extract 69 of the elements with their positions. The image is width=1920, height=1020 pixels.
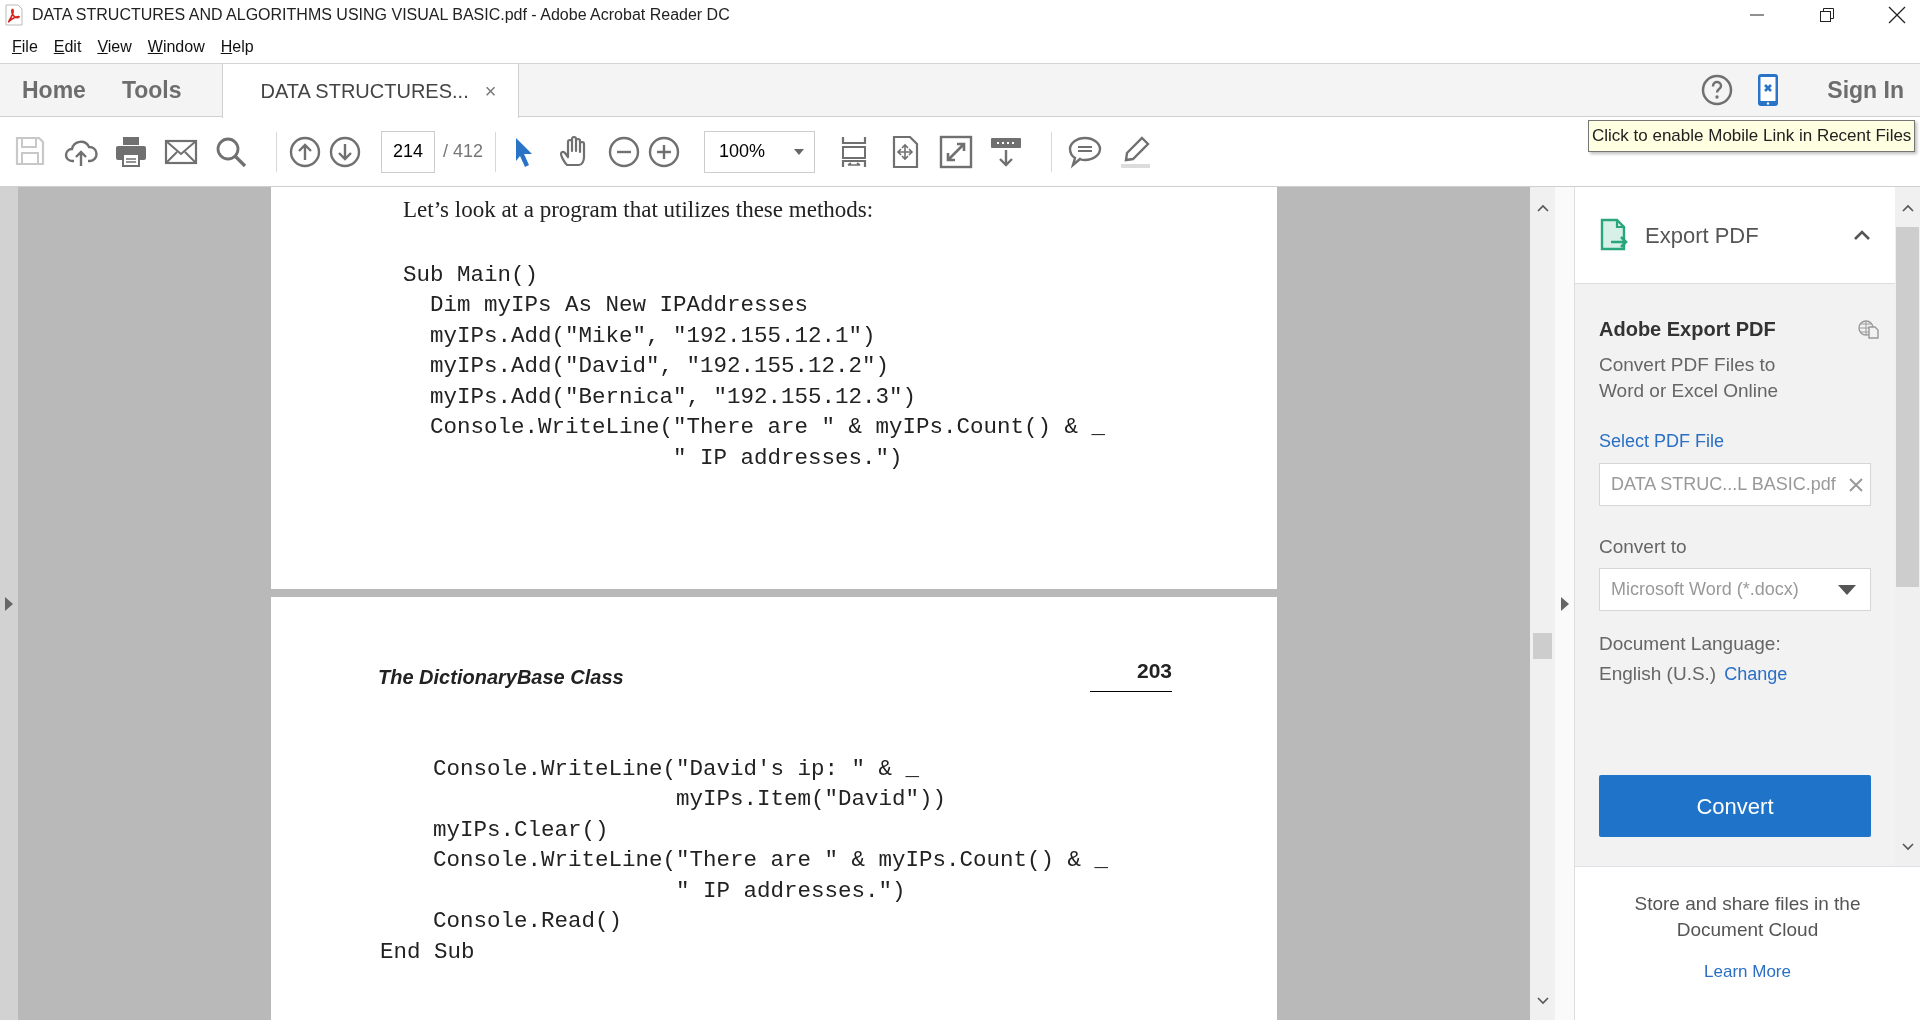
menu-item[interactable]: Help xyxy=(212,32,262,61)
code-line: myIPs.Item("David")) xyxy=(675,785,948,815)
learn-more-link[interactable]: Learn More xyxy=(1704,959,1791,985)
scrollbar[interactable] xyxy=(1530,187,1555,1020)
language-value: English (U.S.) xyxy=(1599,663,1717,684)
page-number-field[interactable]: 214 xyxy=(381,130,435,173)
menu-item[interactable]: View xyxy=(89,32,140,61)
field-label: Document Language: xyxy=(1599,633,1781,654)
scrollbar-thumb[interactable] xyxy=(1896,227,1919,587)
expand-arrow-icon xyxy=(5,596,13,611)
highlighter-pen-icon[interactable] xyxy=(1118,134,1153,169)
code-line: Sub Main() xyxy=(403,260,540,290)
panel-heading: Adobe Export PDF xyxy=(1599,317,1776,342)
help-icon[interactable] xyxy=(1701,74,1734,106)
next-page-icon[interactable] xyxy=(329,135,361,168)
page-count: / 412 xyxy=(443,140,484,163)
zoom-dropdown[interactable]: 100% xyxy=(704,130,816,173)
change-link[interactable]: Change xyxy=(1724,661,1788,688)
code-line: Console.WriteLine("There are " & myIPs.Count() & _ xyxy=(432,846,1110,876)
export-file-icon xyxy=(1599,218,1629,252)
scroll-up-icon xyxy=(1536,203,1549,212)
code-line: myIPs.Add("David", "192.155.12.2") xyxy=(429,352,891,382)
field-label: Convert to xyxy=(1599,536,1687,557)
code-line: " IP addresses.") xyxy=(675,876,907,906)
panel-title[interactable]: Export PDF xyxy=(1645,218,1853,252)
printer-icon[interactable] xyxy=(114,134,148,169)
zoom-in-icon[interactable] xyxy=(648,135,681,168)
menu-item[interactable]: File xyxy=(4,32,46,61)
scroll-down-icon xyxy=(1901,842,1914,851)
page-number: 203 xyxy=(1090,655,1172,692)
code-line: " IP addresses.") xyxy=(672,444,904,474)
scrollbar-thumb[interactable] xyxy=(1533,633,1552,659)
window-title: DATA STRUCTURES AND ALGORITHMS USING VISUAL BASIC.pdf - Adobe Acrobat Reader DC xyxy=(32,5,731,25)
code-line: End Sub xyxy=(380,938,476,968)
cloud-note: Store and share files in the Document Cloud xyxy=(1633,892,1862,942)
convert-button[interactable]: Convert xyxy=(1599,775,1871,837)
pdf-file-icon xyxy=(4,4,24,26)
clear-icon xyxy=(1848,476,1864,493)
chevron-icon[interactable] xyxy=(1853,229,1871,241)
menu-item[interactable]: Edit xyxy=(45,32,90,61)
caret-icon xyxy=(794,148,805,155)
code-line: myIPs.Add("Bernica", "192.155.12.3") xyxy=(429,382,918,412)
running-head: The DictionaryBase Class xyxy=(378,664,625,690)
code-line: Console.WriteLine("There are " & myIPs.Count() & _ xyxy=(429,413,1107,443)
code-line: Console.WriteLine("David's ip: " & _ xyxy=(432,754,921,784)
collapse-arrow-icon xyxy=(1560,596,1569,611)
panel-description: Convert PDF Files to Word or Excel Online xyxy=(1599,353,1780,403)
speech-bubble-icon[interactable] xyxy=(1068,134,1103,169)
mobile-phone-icon[interactable] xyxy=(1757,73,1780,107)
code-line: Dim myIPs As New IPAddresses xyxy=(429,291,810,321)
full-screen-icon[interactable] xyxy=(939,134,974,169)
body-text: Let’s look at a program that utilizes these methods: xyxy=(403,196,874,224)
scroll-down-icon xyxy=(1536,996,1549,1005)
scrollbar[interactable] xyxy=(1895,187,1920,866)
code-line: myIPs.Add("Mike", "192.155.12.1") xyxy=(429,321,877,351)
scroll-up-icon xyxy=(1901,203,1914,212)
dropdown-arrow-icon xyxy=(1838,584,1856,595)
select-file-link[interactable]: Select PDF File xyxy=(1599,428,1725,455)
zoom-out-icon[interactable] xyxy=(608,135,641,168)
tab[interactable]: Home xyxy=(4,63,104,117)
menu-item[interactable]: Window xyxy=(139,32,213,61)
tab[interactable]: Tools xyxy=(103,63,200,117)
code-line: myIPs.Clear() xyxy=(432,815,610,845)
tab[interactable]: DATA STRUCTURES... × xyxy=(221,63,520,118)
code-line: Console.Read() xyxy=(432,907,624,937)
globe-document-icon xyxy=(1857,319,1879,339)
previous-page-icon[interactable] xyxy=(289,135,321,168)
tooltip: Click to enable Mobile Link in Recent Files xyxy=(1588,120,1916,152)
sign-in-link[interactable]: Sign In xyxy=(1827,72,1904,108)
